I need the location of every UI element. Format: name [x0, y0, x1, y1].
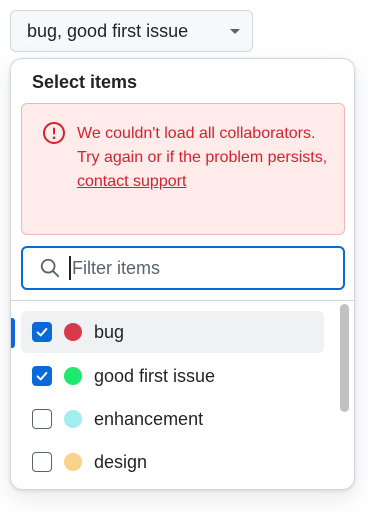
active-item-indicator [11, 318, 15, 348]
error-banner: We couldn't load all collaborators. Try … [21, 103, 345, 235]
list-item[interactable]: enhancement [21, 398, 324, 440]
selected-labels-text: bug, good first issue [27, 20, 189, 41]
checkbox[interactable] [32, 322, 52, 342]
list-item[interactable]: good first issue [21, 355, 324, 397]
label-select-button[interactable]: bug, good first issue [10, 10, 253, 52]
list-item[interactable]: bug [21, 311, 324, 353]
error-message-text: We couldn't load all collaborators. Try … [77, 125, 328, 166]
item-label: bug [94, 321, 125, 342]
panel-title: Select items [32, 72, 138, 92]
check-icon [36, 371, 48, 381]
scrollbar-thumb[interactable] [340, 304, 349, 412]
scrollbar[interactable] [339, 304, 349, 487]
error-message: We couldn't load all collaborators. Try … [77, 122, 335, 194]
select-panel: Select items We couldn't load all collab… [10, 58, 355, 490]
check-icon [36, 327, 48, 337]
search-icon [40, 258, 60, 278]
item-label: enhancement [94, 408, 204, 429]
label-color-dot [64, 453, 82, 471]
item-label: good first issue [94, 365, 216, 386]
contact-support-link[interactable]: contact support [77, 173, 186, 190]
label-color-dot [64, 367, 82, 385]
item-label: design [94, 451, 148, 472]
checkbox[interactable] [32, 452, 52, 472]
triangle-down-icon [230, 28, 240, 34]
checkbox[interactable] [32, 409, 52, 429]
filter-field[interactable] [21, 246, 345, 290]
text-cursor [69, 256, 71, 280]
checkbox[interactable] [32, 366, 52, 386]
label-color-dot [64, 323, 82, 341]
list-item[interactable]: design [21, 441, 324, 483]
label-color-dot [64, 410, 82, 428]
alert-circle-icon [43, 122, 65, 144]
filter-input[interactable] [72, 257, 312, 279]
item-list: bug good first issue enhancement design [11, 301, 354, 489]
